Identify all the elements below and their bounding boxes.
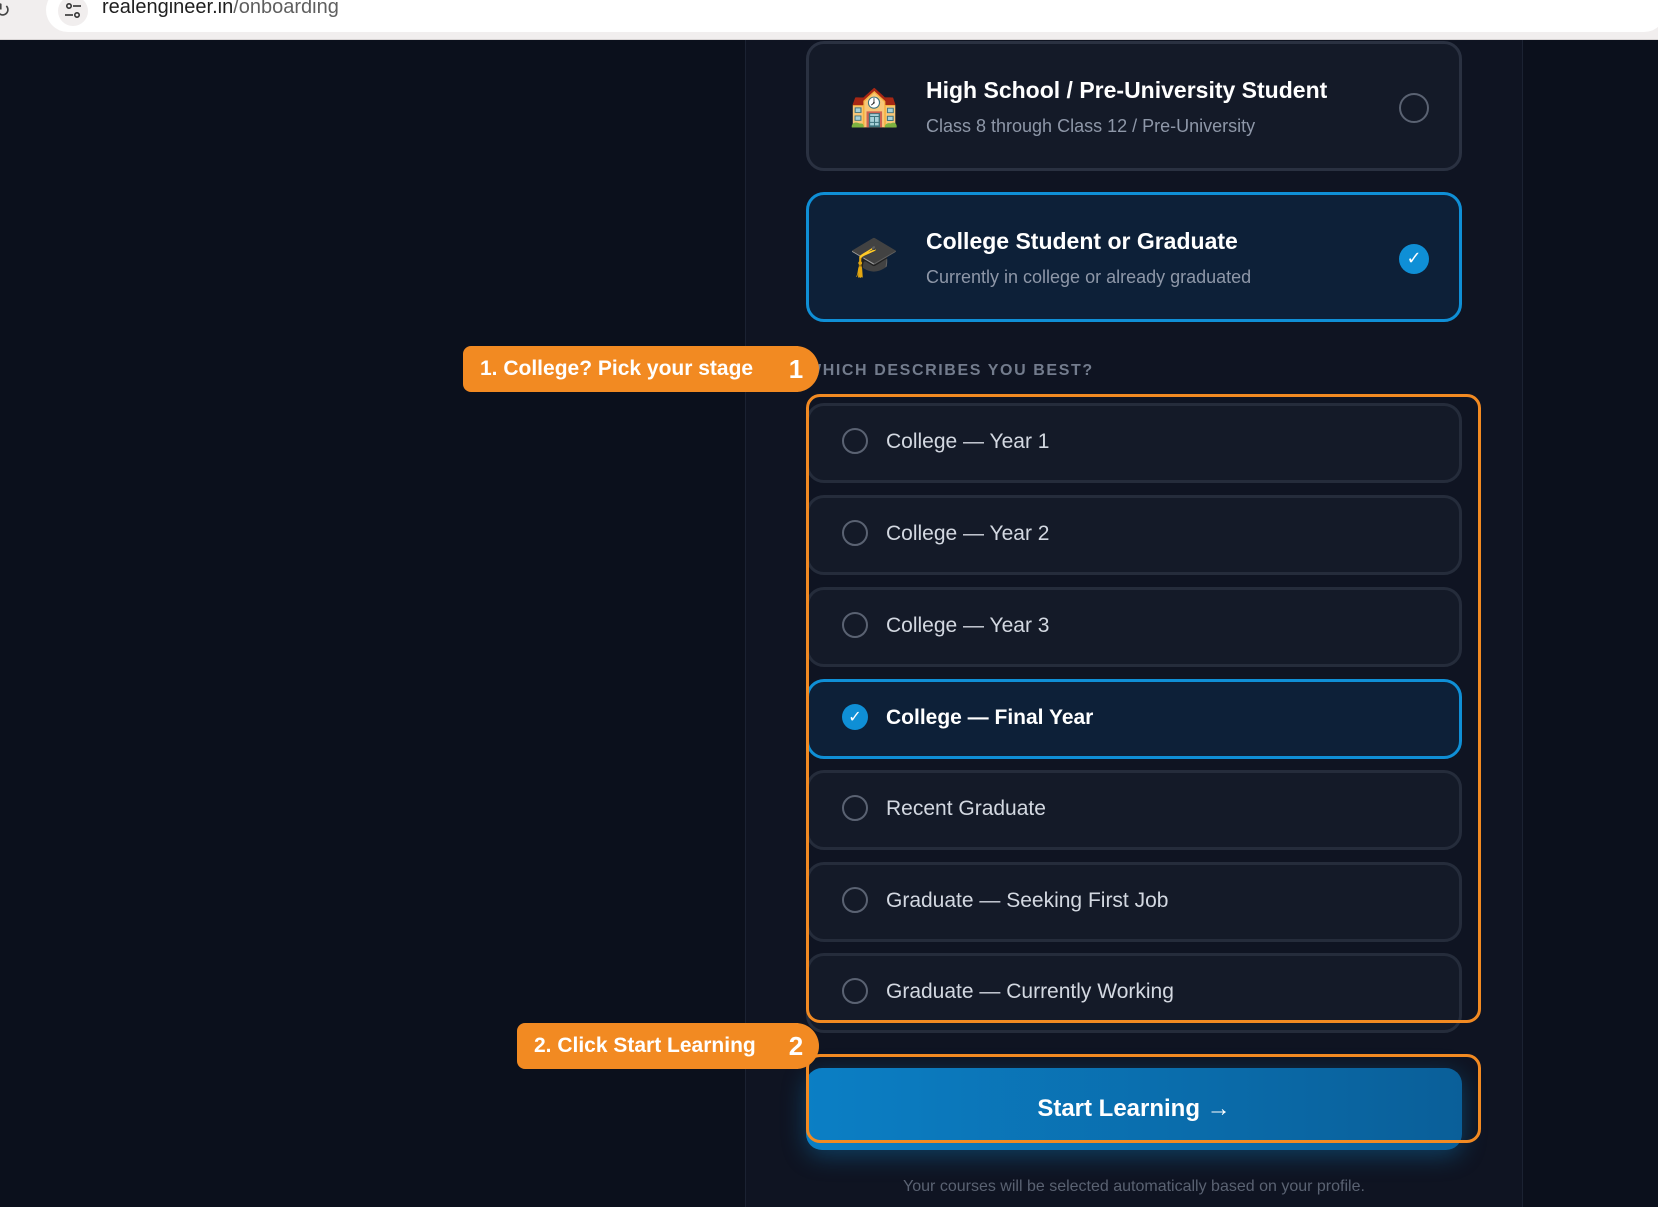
stage-option-label: College — Year 2 xyxy=(886,522,1050,545)
stage-option-year-2[interactable]: College — Year 2 xyxy=(806,495,1462,575)
section-label: WHICH DESCRIBES YOU BEST? xyxy=(806,362,1094,379)
role-title: High School / Pre-University Student xyxy=(926,77,1328,103)
role-title: College Student or Graduate xyxy=(926,228,1238,254)
role-card-high-school[interactable]: 🏫 High School / Pre-University Student C… xyxy=(806,41,1462,171)
checkmark-icon[interactable]: ✓ xyxy=(842,704,868,730)
radio-unchecked[interactable] xyxy=(842,795,868,821)
url-path: /onboarding xyxy=(233,0,339,18)
reload-icon[interactable]: ↻ xyxy=(0,0,16,22)
url-text[interactable]: realengineer.in/onboarding xyxy=(102,0,339,19)
step-badge-1: 1 xyxy=(773,346,819,392)
stage-option-label: Recent Graduate xyxy=(886,797,1046,820)
role-radio-unchecked[interactable] xyxy=(1399,93,1429,123)
step-badge-2: 2 xyxy=(773,1023,819,1069)
school-building-icon: 🏫 xyxy=(849,83,899,129)
stage-option-final-year[interactable]: ✓ College — Final Year xyxy=(806,679,1462,759)
role-subtitle: Class 8 through Class 12 / Pre-Universit… xyxy=(926,116,1256,136)
stage-option-label: Graduate — Currently Working xyxy=(886,980,1174,1003)
stage-option-recent-graduate[interactable]: Recent Graduate xyxy=(806,770,1462,850)
stage-option-year-1[interactable]: College — Year 1 xyxy=(806,403,1462,483)
role-card-college[interactable]: 🎓 College Student or Graduate Currently … xyxy=(806,192,1462,322)
radio-unchecked[interactable] xyxy=(842,612,868,638)
url-domain: realengineer.in xyxy=(102,0,234,18)
stage-option-label: College — Year 3 xyxy=(886,614,1050,637)
annotation-callout-1: 1. College? Pick your stage xyxy=(463,346,798,392)
stage-option-label: College — Final Year xyxy=(886,706,1094,729)
start-learning-button[interactable]: Start Learning → xyxy=(806,1068,1462,1150)
radio-unchecked[interactable] xyxy=(842,520,868,546)
radio-unchecked[interactable] xyxy=(842,428,868,454)
stage-option-label: College — Year 1 xyxy=(886,430,1050,453)
footer-note: Your courses will be selected automatica… xyxy=(903,1178,1365,1195)
radio-unchecked[interactable] xyxy=(842,887,868,913)
stage-option-label: Graduate — Seeking First Job xyxy=(886,889,1169,912)
stage-option-seeking-job[interactable]: Graduate — Seeking First Job xyxy=(806,862,1462,942)
annotation-callout-2: 2. Click Start Learning xyxy=(517,1023,798,1069)
checkmark-icon[interactable]: ✓ xyxy=(1399,244,1429,274)
radio-unchecked[interactable] xyxy=(842,978,868,1004)
role-subtitle: Currently in college or already graduate… xyxy=(926,267,1252,287)
stage-option-working[interactable]: Graduate — Currently Working xyxy=(806,953,1462,1033)
browser-address-bar: ↻ realengineer.in/onboarding xyxy=(0,0,1658,40)
graduation-cap-icon: 🎓 xyxy=(849,234,899,280)
stage-option-year-3[interactable]: College — Year 3 xyxy=(806,587,1462,667)
